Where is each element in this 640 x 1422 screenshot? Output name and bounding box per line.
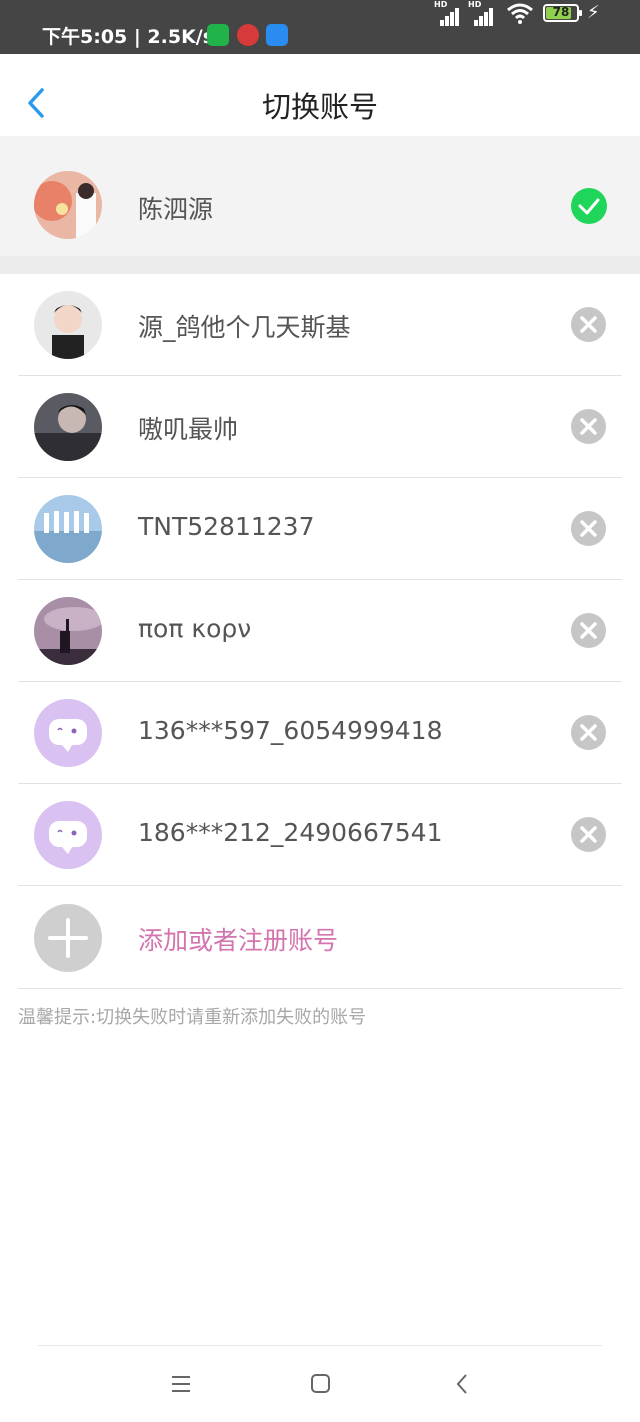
add-account-button[interactable]: 添加或者注册账号 (18, 887, 622, 989)
iqiyi-app-icon (207, 24, 229, 46)
account-row[interactable]: 源_鸽他个几天斯基 (18, 274, 622, 376)
account-name: 136***597_6054999418 (138, 716, 443, 745)
nav-back-icon[interactable] (448, 1370, 478, 1398)
section-divider (0, 256, 640, 274)
battery-icon: 78 (543, 4, 582, 22)
account-row[interactable]: ποπ κορν (18, 580, 622, 682)
plus-icon (34, 904, 102, 972)
home-icon[interactable] (305, 1370, 335, 1398)
account-name: ποπ κορν (138, 614, 252, 643)
remove-account-icon[interactable] (571, 613, 606, 648)
remove-account-icon[interactable] (571, 409, 606, 444)
menu-icon[interactable] (166, 1370, 196, 1398)
account-row[interactable]: 186***212_2490667541 (18, 784, 622, 886)
default-avatar-icon (34, 801, 102, 869)
nav-divider (38, 1345, 602, 1346)
remove-account-icon[interactable] (571, 511, 606, 546)
charging-icon: ⚡ (587, 2, 600, 23)
default-avatar-icon (34, 699, 102, 767)
page-title: 切换账号 (261, 90, 378, 124)
current-account-avatar (34, 171, 102, 239)
remove-account-icon[interactable] (571, 307, 606, 342)
checkmark-icon (571, 188, 607, 224)
account-name: TNT52811237 (138, 512, 315, 541)
account-row[interactable]: TNT52811237 (18, 478, 622, 580)
battery-level: 78 (552, 5, 570, 19)
signal-icon-2: HD (468, 0, 498, 26)
account-name: 嗷叽最帅 (138, 415, 239, 444)
wifi-icon (507, 3, 533, 24)
remove-account-icon[interactable] (571, 817, 606, 852)
status-time: 下午5:05 | 2.5K/s (42, 26, 215, 48)
account-row[interactable]: 136***597_6054999418 (18, 682, 622, 784)
account-name: 186***212_2490667541 (138, 818, 443, 847)
bird-app-icon (266, 24, 288, 46)
account-row[interactable]: 嗷叽最帅 (18, 376, 622, 478)
account-avatar (34, 393, 102, 461)
account-avatar (34, 495, 102, 563)
add-account-label: 添加或者注册账号 (138, 926, 339, 955)
signal-icon-1: HD (434, 0, 464, 26)
account-avatar (34, 291, 102, 359)
tip-text: 温馨提示:切换失败时请重新添加失败的账号 (18, 1007, 367, 1028)
heart-app-icon (237, 24, 259, 46)
status-bar: 下午5:05 | 2.5K/s HD HD 78 ⚡ (0, 0, 640, 54)
remove-account-icon[interactable] (571, 715, 606, 750)
account-name: 源_鸽他个几天斯基 (138, 313, 351, 342)
account-avatar (34, 597, 102, 665)
header: 切换账号 (2, 54, 638, 136)
current-account-name: 陈泗源 (138, 195, 214, 224)
